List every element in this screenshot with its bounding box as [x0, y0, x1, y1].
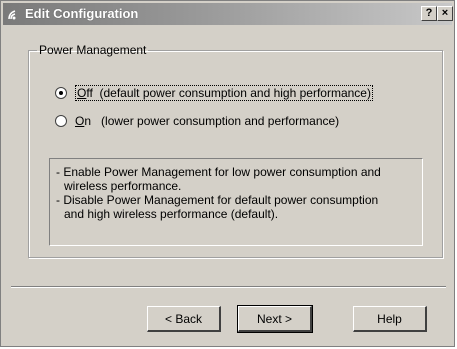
- wireless-icon: [8, 10, 16, 20]
- description-line: - Disable Power Management for default p…: [56, 193, 379, 207]
- next-button[interactable]: Next >: [237, 305, 313, 333]
- power-management-label: Power Management: [39, 43, 147, 57]
- close-icon[interactable]: ×: [437, 6, 453, 21]
- edit-configuration-dialog: Edit Configuration ? × Power Management …: [0, 0, 455, 347]
- radio-on-rest: n: [84, 114, 92, 128]
- radio-on-description: (lower power consumption and performance…: [101, 114, 340, 128]
- radio-off-label[interactable]: Off (default power consumption and high …: [75, 85, 373, 101]
- title-bar[interactable]: Edit Configuration ? ×: [3, 3, 453, 25]
- separator: [11, 286, 446, 288]
- radio-off-accel: O: [77, 86, 87, 100]
- radio-off-description: (default power consumption and high perf…: [99, 86, 371, 100]
- description-line: - Enable Power Management for low power …: [56, 165, 381, 179]
- radio-off[interactable]: [55, 87, 67, 99]
- radio-on-label[interactable]: On (lower power consumption and performa…: [75, 113, 339, 129]
- window-title: Edit Configuration: [25, 6, 139, 21]
- description-box: - Enable Power Management for low power …: [49, 158, 423, 246]
- radio-on-accel: O: [75, 114, 85, 128]
- description-line: and high wireless performance (default).: [64, 207, 279, 221]
- back-button[interactable]: < Back: [147, 306, 221, 332]
- help-button[interactable]: Help: [353, 306, 427, 332]
- radio-off-rest: ff: [86, 86, 93, 100]
- radio-on[interactable]: [55, 115, 67, 127]
- help-icon[interactable]: ?: [421, 6, 437, 21]
- description-line: wireless performance.: [64, 179, 182, 193]
